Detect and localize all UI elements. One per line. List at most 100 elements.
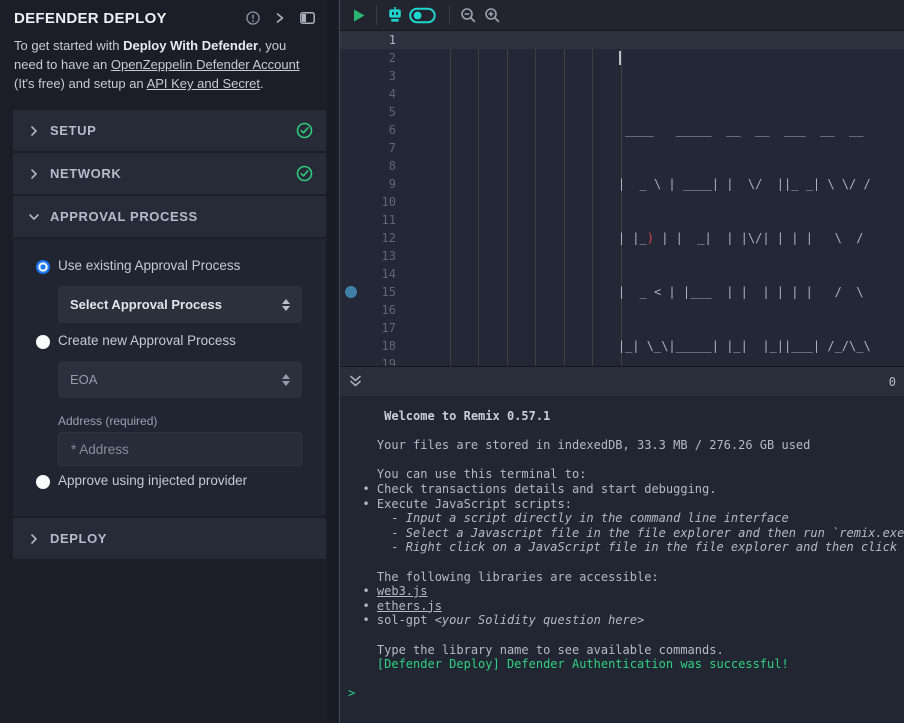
plugin-header: DEFENDER DEPLOY — [14, 7, 316, 29]
remix-ide-window: DEFENDER DEPLOY To get started with Depl… — [0, 0, 904, 723]
line-number: 16 — [340, 301, 396, 319]
toolbar-divider — [376, 5, 377, 25]
split-view-icon[interactable] — [299, 10, 316, 26]
section-approval-label: APPROVAL PROCESS — [50, 209, 313, 224]
address-input[interactable] — [58, 432, 302, 466]
code-editor[interactable]: 1 2 3 4 5 6 7 8 9 10 11 12 13 14 15 16 1… — [340, 31, 904, 366]
section-approval-process[interactable]: APPROVAL PROCESS — [13, 196, 326, 237]
terminal-sub-item: - Select a Javascript file in the file e… — [348, 526, 904, 541]
solgpt-hint: <your Solidity question here> — [435, 613, 645, 627]
approval-type-value: EOA — [70, 372, 282, 387]
terminal-bullet-line: • ethers.js — [348, 599, 904, 614]
collapse-terminal-icon[interactable] — [348, 375, 363, 388]
ethersjs-link[interactable]: ethers.js — [377, 599, 442, 613]
info-icon[interactable] — [245, 10, 261, 26]
address-field-label: Address (required) — [58, 414, 157, 428]
approval-type-select[interactable]: EOA — [58, 361, 302, 398]
code-segment-error: ) — [647, 231, 654, 245]
bullet-icon: • — [348, 584, 377, 598]
defender-deploy-panel: DEFENDER DEPLOY To get started with Depl… — [0, 0, 326, 723]
terminal-bullet-line: • Execute JavaScript scripts: — [348, 497, 904, 512]
plugin-header-icons — [245, 10, 316, 26]
terminal-welcome: Welcome to Remix 0.57.1 — [348, 409, 904, 424]
toolbar-divider — [449, 5, 450, 25]
bullet-icon: • — [348, 613, 377, 627]
terminal-text: Execute JavaScript scripts: — [377, 497, 572, 511]
line-number: 1 — [340, 31, 396, 49]
chevron-down-icon — [26, 209, 42, 225]
terminal-blank-line — [348, 672, 904, 687]
code-line: ____ _____ __ __ ___ __ __ — [430, 121, 904, 139]
code-segment: | | _| | |\/| | | | \ / — [654, 231, 871, 245]
radio-use-existing-approval[interactable] — [36, 260, 50, 274]
accordion-sections: SETUP NETWORK APPROVAL PROCESS — [13, 110, 326, 561]
bullet-icon: • — [348, 497, 377, 511]
code-segment: | |_ — [430, 231, 647, 245]
section-deploy[interactable]: DEPLOY — [13, 518, 326, 559]
intro-text: (It's free) and setup an — [14, 76, 147, 91]
radio-injected-provider[interactable] — [36, 475, 50, 489]
section-setup-label: SETUP — [50, 123, 296, 138]
select-arrows-icon — [282, 299, 290, 311]
api-key-link[interactable]: API Key and Secret — [147, 76, 260, 91]
zoom-in-icon[interactable] — [480, 3, 504, 27]
terminal-toolbar: 0 — [340, 366, 904, 396]
radio-create-new-label: Create new Approval Process — [58, 333, 236, 348]
terminal-blank-line — [348, 555, 904, 570]
terminal-libs-intro: The following libraries are accessible: — [348, 570, 904, 585]
approval-process-body: Use existing Approval Process Select App… — [13, 239, 326, 516]
line-number: 8 — [340, 157, 396, 175]
section-deploy-label: DEPLOY — [50, 531, 313, 546]
radio-use-existing-label: Use existing Approval Process — [58, 258, 240, 273]
code-line: | _ \ | ____| | \/ ||_ _| \ \/ / — [430, 175, 904, 193]
code-line: | |_) | | _| | |\/| | | | \ / — [430, 229, 904, 247]
defender-account-link[interactable]: OpenZeppelin Defender Account — [111, 57, 300, 72]
solgpt-command: sol-gpt — [377, 613, 435, 627]
web3js-link[interactable]: web3.js — [377, 584, 428, 598]
intro-text: . — [260, 76, 264, 91]
line-number: 12 — [340, 229, 396, 247]
section-setup[interactable]: SETUP — [13, 110, 326, 151]
terminal-storage-info: Your files are stored in indexedDB, 33.3… — [348, 438, 904, 453]
line-number: 9 — [340, 175, 396, 193]
intro-bold: Deploy With Defender — [123, 38, 258, 53]
line-number: 3 — [340, 67, 396, 85]
line-number: 17 — [340, 319, 396, 337]
terminal-output[interactable]: Welcome to Remix 0.57.1 Your files are s… — [340, 396, 904, 723]
approval-process-select[interactable]: Select Approval Process — [58, 286, 302, 323]
terminal-type-hint: Type the library name to see available c… — [348, 643, 904, 658]
terminal-blank-line — [348, 453, 904, 468]
collapse-panel-icon[interactable] — [272, 10, 288, 26]
terminal-sub-item: - Right click on a JavaScript file in th… — [348, 540, 904, 555]
plugin-intro-text: To get started with Deploy With Defender… — [14, 36, 316, 93]
editor-toolbar — [340, 0, 904, 31]
chevron-right-icon — [26, 531, 42, 547]
network-complete-check-icon — [296, 165, 313, 182]
line-number: 7 — [340, 139, 396, 157]
approval-select-value: Select Approval Process — [70, 297, 282, 312]
intro-text: To get started with — [14, 38, 123, 53]
code-line — [430, 67, 904, 85]
terminal-prompt[interactable]: > — [348, 686, 904, 701]
zoom-out-icon[interactable] — [456, 3, 480, 27]
radio-injected-label: Approve using injected provider — [58, 473, 247, 488]
ai-copilot-icon[interactable] — [383, 3, 407, 27]
text-cursor — [619, 51, 621, 65]
line-number: 11 — [340, 211, 396, 229]
bullet-icon: • — [348, 482, 377, 496]
section-network[interactable]: NETWORK — [13, 153, 326, 194]
line-number: 4 — [340, 85, 396, 103]
terminal-usage-intro: You can use this terminal to: — [348, 467, 904, 482]
ai-copilot-toggle[interactable] — [407, 3, 437, 27]
terminal-bullet-line: • Check transactions details and start d… — [348, 482, 904, 497]
panel-editor-gap — [326, 0, 339, 723]
setup-complete-check-icon — [296, 122, 313, 139]
run-script-button[interactable] — [346, 3, 370, 27]
code-content[interactable]: ____ _____ __ __ ___ __ __ | _ \ | ____|… — [430, 31, 904, 366]
terminal-blank-line — [348, 628, 904, 643]
breakpoint-dot[interactable] — [345, 286, 357, 298]
section-network-label: NETWORK — [50, 166, 296, 181]
chevron-right-icon — [26, 123, 42, 139]
radio-create-new-approval[interactable] — [36, 335, 50, 349]
line-number: 13 — [340, 247, 396, 265]
